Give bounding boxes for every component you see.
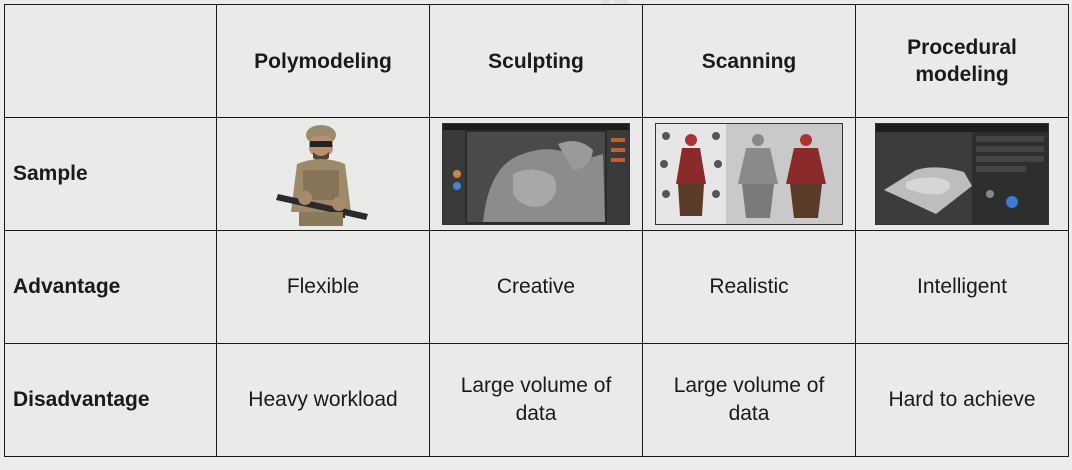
table-cell-text: Large volume of data (673, 374, 825, 425)
row-header: Sample (4, 117, 217, 231)
table-cell: Large volume of data (642, 343, 856, 457)
sample-cell (429, 117, 643, 231)
soldier-character-image (276, 125, 368, 226)
table-cell: Large volume of data (429, 343, 643, 457)
column-header: Scanning (642, 4, 856, 118)
comparison-table: Polymodeling Sculpting Scanning Procedur… (4, 4, 1069, 457)
column-header-text: Procedural modeling (907, 36, 1017, 86)
scanned-character-image (655, 123, 843, 225)
table-row-advantage: Advantage Flexible Creative Realistic In… (4, 230, 1069, 344)
column-header: Procedural modeling (855, 4, 1069, 118)
table-cell: Intelligent (855, 230, 1069, 344)
sculpting-software-screenshot (442, 123, 630, 225)
table-cell: Creative (429, 230, 643, 344)
table-cell: Realistic (642, 230, 856, 344)
corner-cell (4, 4, 217, 118)
procedural-terrain-screenshot (875, 123, 1049, 225)
table-cell: Heavy workload (216, 343, 430, 457)
table-cell-text: Large volume of data (460, 374, 612, 425)
table-row-disadvantage: Disadvantage Heavy workload Large volume… (4, 343, 1069, 457)
header-row: Polymodeling Sculpting Scanning Procedur… (4, 4, 1069, 118)
table-cell: Hard to achieve (855, 343, 1069, 457)
column-header: Polymodeling (216, 4, 430, 118)
sample-cell (855, 117, 1069, 231)
row-header: Disadvantage (4, 343, 217, 457)
column-header: Sculpting (429, 4, 643, 118)
sample-cell (216, 117, 430, 231)
table-cell: Flexible (216, 230, 430, 344)
row-header: Advantage (4, 230, 217, 344)
sample-cell (642, 117, 856, 231)
table-row-sample: Sample (4, 117, 1069, 231)
